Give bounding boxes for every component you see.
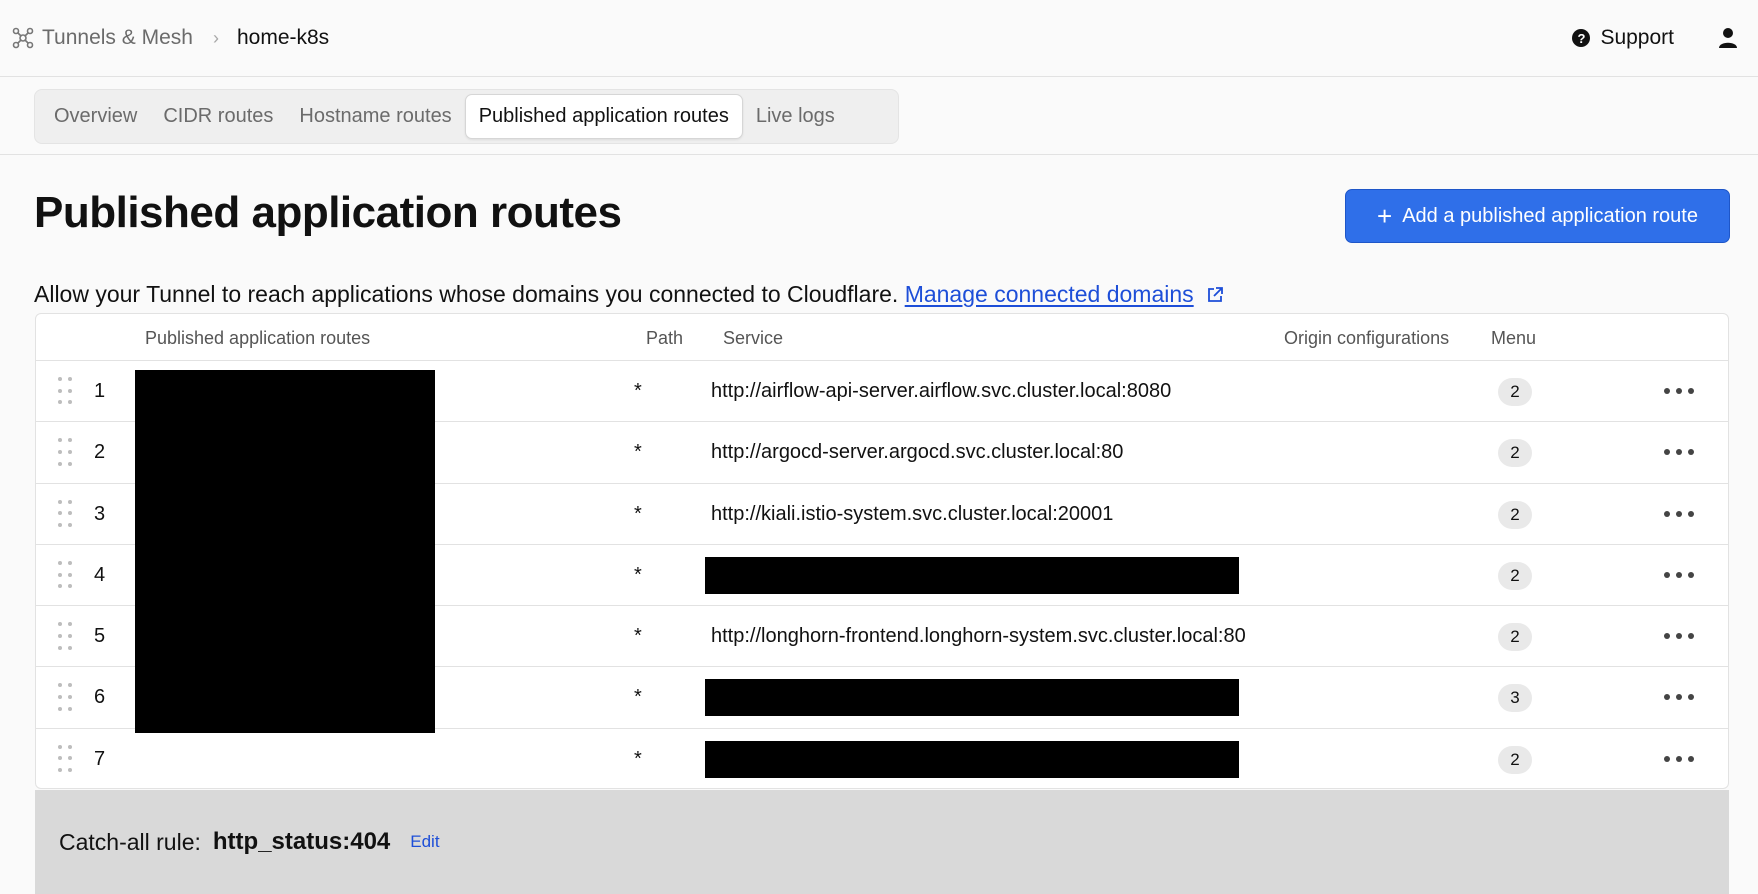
redacted-hostnames (135, 370, 435, 733)
external-link-icon[interactable] (1206, 283, 1224, 302)
page-title: Published application routes (34, 188, 622, 237)
row-index: 6 (94, 686, 106, 709)
redacted-service (705, 740, 1239, 778)
breadcrumb: Tunnels & Mesh › home-k8s (0, 26, 329, 50)
row-index: 7 (94, 747, 106, 770)
table-header: Published application routes Path Servic… (36, 314, 1728, 361)
catch-all-rule: Catch-all rule: http_status:404 Edit (35, 790, 1729, 894)
catch-all-value: http_status:404 (212, 828, 391, 855)
row-service: http://longhorn-frontend.longhorn-system… (711, 625, 1246, 648)
row-index: 3 (94, 502, 106, 525)
row-path: * (634, 563, 642, 586)
column-header-service: Service (723, 328, 784, 348)
top-bar: Tunnels & Mesh › home-k8s ? Support (0, 0, 1758, 77)
row-path: * (634, 502, 642, 525)
add-published-route-button[interactable]: + Add a published application route (1345, 189, 1730, 243)
page-description: Allow your Tunnel to reach applications … (34, 281, 1224, 308)
drag-handle-icon[interactable] (58, 438, 72, 468)
tabs-bar: Overview CIDR routes Hostname routes Pub… (0, 77, 1758, 155)
tab-published-application-routes[interactable]: Published application routes (464, 94, 743, 139)
row-index: 2 (94, 441, 106, 464)
tab-hostname-routes[interactable]: Hostname routes (286, 94, 464, 139)
more-horizontal-icon[interactable] (1664, 379, 1694, 403)
more-horizontal-icon[interactable] (1664, 563, 1694, 587)
row-service: http://argocd-server.argocd.svc.cluster.… (711, 441, 1124, 464)
user-icon[interactable] (1716, 26, 1740, 50)
description-text: Allow your Tunnel to reach applications … (34, 281, 899, 307)
more-horizontal-icon[interactable] (1664, 685, 1694, 709)
more-horizontal-icon[interactable] (1664, 502, 1694, 526)
origin-config-count-badge[interactable]: 2 (1498, 378, 1532, 406)
redacted-service (705, 679, 1239, 717)
tab-overview[interactable]: Overview (41, 94, 150, 139)
drag-handle-icon[interactable] (58, 377, 72, 407)
add-button-label: Add a published application route (1402, 204, 1698, 227)
more-horizontal-icon[interactable] (1664, 440, 1694, 464)
help-icon: ? (1572, 29, 1591, 47)
row-index: 1 (94, 380, 106, 402)
routes-table: Published application routes Path Servic… (35, 313, 1729, 789)
redacted-service (705, 556, 1239, 594)
drag-handle-icon[interactable] (58, 744, 72, 775)
tab-live-logs[interactable]: Live logs (743, 94, 848, 139)
catch-all-label: Catch-all rule: (59, 828, 201, 855)
row-index: 4 (94, 563, 106, 586)
drag-handle-icon[interactable] (58, 499, 72, 530)
table-row[interactable]: 7 * 2 (36, 729, 1728, 788)
chevron-right-icon: › (212, 27, 219, 48)
row-path: * (634, 747, 642, 770)
support-label: Support (1600, 26, 1674, 49)
tab-cidr-routes[interactable]: CIDR routes (150, 94, 286, 139)
row-path: * (634, 625, 642, 648)
row-index: 5 (94, 625, 106, 648)
origin-config-count-badge[interactable]: 2 (1498, 500, 1532, 529)
column-header-path: Path (646, 328, 684, 348)
row-service: http://kiali.istio-system.svc.cluster.lo… (711, 502, 1114, 525)
tab-list: Overview CIDR routes Hostname routes Pub… (34, 89, 899, 144)
row-path: * (634, 441, 642, 464)
row-path: * (634, 686, 642, 709)
drag-handle-icon[interactable] (58, 683, 72, 713)
support-button[interactable]: ? Support (1572, 26, 1674, 50)
drag-handle-icon[interactable] (58, 622, 72, 652)
drag-handle-icon[interactable] (58, 560, 72, 591)
column-header-origin-configurations: Origin configurations (1284, 328, 1450, 348)
breadcrumb-current: home-k8s (236, 26, 330, 49)
origin-config-count-badge[interactable]: 2 (1498, 439, 1532, 468)
origin-config-count-badge[interactable]: 2 (1498, 561, 1532, 590)
plus-icon: + (1377, 201, 1393, 231)
more-horizontal-icon[interactable] (1664, 747, 1694, 771)
column-header-routes: Published application routes (145, 328, 371, 348)
breadcrumb-parent-link[interactable]: Tunnels & Mesh (42, 26, 193, 50)
header-actions: ? Support (1572, 26, 1758, 50)
origin-config-count-badge[interactable]: 3 (1498, 684, 1532, 713)
origin-config-count-badge[interactable]: 2 (1498, 623, 1532, 652)
manage-connected-domains-link[interactable]: Manage connected domains (905, 281, 1194, 307)
catch-all-edit-link[interactable]: Edit (410, 832, 439, 852)
row-service: http://airflow-api-server.airflow.svc.cl… (711, 380, 1172, 402)
row-path: * (634, 380, 642, 402)
origin-config-count-badge[interactable]: 2 (1498, 745, 1532, 774)
column-header-menu: Menu (1491, 328, 1537, 348)
mesh-icon (12, 27, 34, 49)
more-horizontal-icon[interactable] (1664, 624, 1694, 648)
